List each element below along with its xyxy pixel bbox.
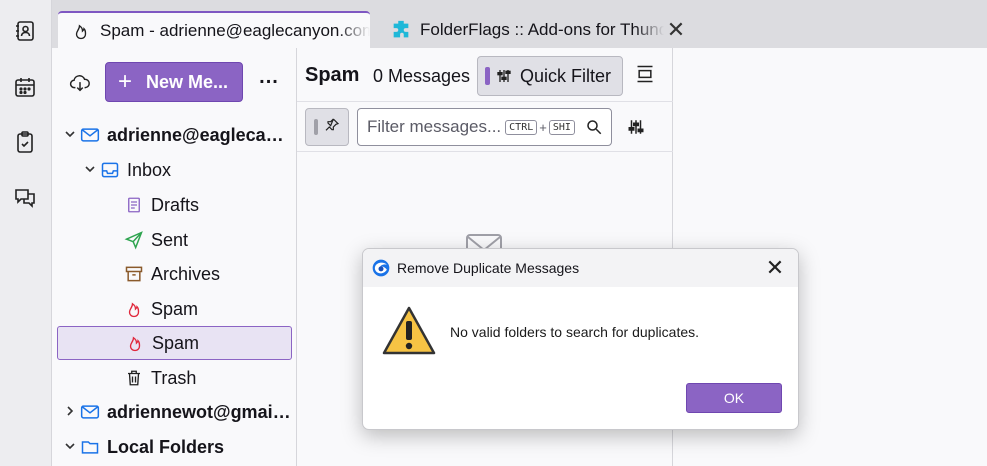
trash-icon xyxy=(123,367,145,389)
chevron-down-icon[interactable] xyxy=(61,127,79,143)
dialog-titlebar: Remove Duplicate Messages ✕ xyxy=(363,249,798,287)
display-options-icon[interactable] xyxy=(635,64,657,86)
pin-icon xyxy=(324,117,340,138)
folder-pane: + New Me... ... adrienne@eaglecanyon.com… xyxy=(53,48,297,466)
folder-label: Spam xyxy=(152,332,200,353)
dialog-title: Remove Duplicate Messages xyxy=(397,260,580,276)
folder-item-local-folders[interactable]: Local Folders xyxy=(57,430,292,464)
folder-item-sent[interactable]: Sent xyxy=(57,223,292,257)
folder-item-adrienne-eaglecanyon-com[interactable]: adrienne@eaglecanyon.com xyxy=(57,118,292,152)
chat-icon[interactable] xyxy=(10,183,40,213)
quick-filter-label: Quick Filter xyxy=(520,65,612,86)
tab-folderflags[interactable]: FolderFlags :: Add-ons for Thunderbird ✕ xyxy=(378,11,688,48)
folder-item-drafts[interactable]: Drafts xyxy=(57,188,292,222)
calendar-icon[interactable] xyxy=(10,72,40,102)
spaces-toolbar xyxy=(0,0,52,466)
folder-name: Spam xyxy=(305,64,360,86)
folder-label: adrienne@eaglecanyon.com xyxy=(107,124,292,145)
tab-close-button[interactable]: ✕ xyxy=(664,17,688,43)
pin-filter-button[interactable] xyxy=(305,108,349,146)
folder-label: Trash xyxy=(151,367,197,388)
inbox-icon xyxy=(99,159,121,181)
folder-label: Drafts xyxy=(151,194,200,215)
shortcut-shift: SHI xyxy=(548,119,575,135)
sent-icon xyxy=(123,229,145,251)
tab-spam[interactable]: Spam - adrienne@eaglecanyon.com xyxy=(58,11,370,48)
plus-icon: + xyxy=(118,68,133,95)
new-message-button[interactable]: + New Me... xyxy=(105,62,243,102)
filter-messages-input[interactable]: Filter messages... CTRL + SHI xyxy=(357,108,612,146)
folder-icon xyxy=(79,436,101,458)
dialog-message: No valid folders to search for duplicate… xyxy=(450,324,700,340)
get-messages-icon[interactable] xyxy=(67,70,93,96)
quick-filter-bar: Filter messages... CTRL + SHI xyxy=(297,102,673,152)
remove-duplicates-dialog: Remove Duplicate Messages ✕ No valid fol… xyxy=(362,248,799,430)
dialog-close-button[interactable]: ✕ xyxy=(762,255,788,281)
new-message-label: New Me... xyxy=(146,71,229,92)
shortcut-ctrl: CTRL xyxy=(505,119,538,135)
toggle-indicator xyxy=(314,119,318,135)
tab-title: FolderFlags :: Add-ons for Thunderbird xyxy=(420,19,664,39)
folder-label: Spam xyxy=(151,298,199,319)
tab-title: Spam - adrienne@eaglecanyon.com xyxy=(100,20,370,40)
folder-label: Local Folders xyxy=(107,436,225,457)
account-icon xyxy=(79,401,101,423)
folder-item-spam[interactable]: Spam xyxy=(57,292,292,326)
spam-flame-icon xyxy=(70,20,92,42)
thread-pane-header: Spam 0 Messages Quick Filter xyxy=(297,48,673,102)
chevron-down-icon[interactable] xyxy=(61,439,79,455)
tab-strip: Spam - adrienne@eaglecanyon.com FolderFl… xyxy=(52,0,987,48)
address-book-icon[interactable] xyxy=(10,16,40,46)
filter-sliders-icon xyxy=(496,68,512,84)
archive-icon xyxy=(123,263,145,285)
chevron-right-icon[interactable] xyxy=(61,404,79,420)
folder-label: Inbox xyxy=(127,159,172,180)
puzzle-icon xyxy=(390,19,412,41)
thunderbird-icon xyxy=(371,258,391,278)
folder-label: adriennewot@gmail.com xyxy=(107,401,292,422)
spam-flame-icon xyxy=(123,298,145,320)
ok-button[interactable]: OK xyxy=(686,383,782,413)
message-count: 0 Messages xyxy=(373,66,471,86)
warning-icon xyxy=(381,305,437,357)
folder-pane-header: + New Me... ... xyxy=(53,48,297,118)
drafts-icon xyxy=(123,194,145,216)
chevron-down-icon[interactable] xyxy=(81,162,99,178)
folder-item-trash[interactable]: Trash xyxy=(57,361,292,395)
tasks-icon[interactable] xyxy=(10,127,40,157)
filter-placeholder: Filter messages... xyxy=(367,117,502,136)
folder-item-archives[interactable]: Archives xyxy=(57,257,292,291)
shortcut-plus: + xyxy=(539,119,547,135)
folder-label: Sent xyxy=(151,229,189,250)
more-options-button[interactable]: ... xyxy=(255,66,283,96)
folder-item-inbox[interactable]: Inbox xyxy=(57,153,292,187)
folder-item-adriennewot-gmail-com[interactable]: adriennewot@gmail.com xyxy=(57,395,292,429)
folder-label: Archives xyxy=(151,263,221,284)
spam-flame-icon xyxy=(124,332,146,354)
quick-filter-button[interactable]: Quick Filter xyxy=(477,56,623,96)
folder-item-spam[interactable]: Spam xyxy=(57,326,292,360)
account-icon xyxy=(79,124,101,146)
filter-options-icon[interactable] xyxy=(627,118,647,138)
search-icon xyxy=(585,118,603,141)
toggle-indicator xyxy=(485,67,490,85)
